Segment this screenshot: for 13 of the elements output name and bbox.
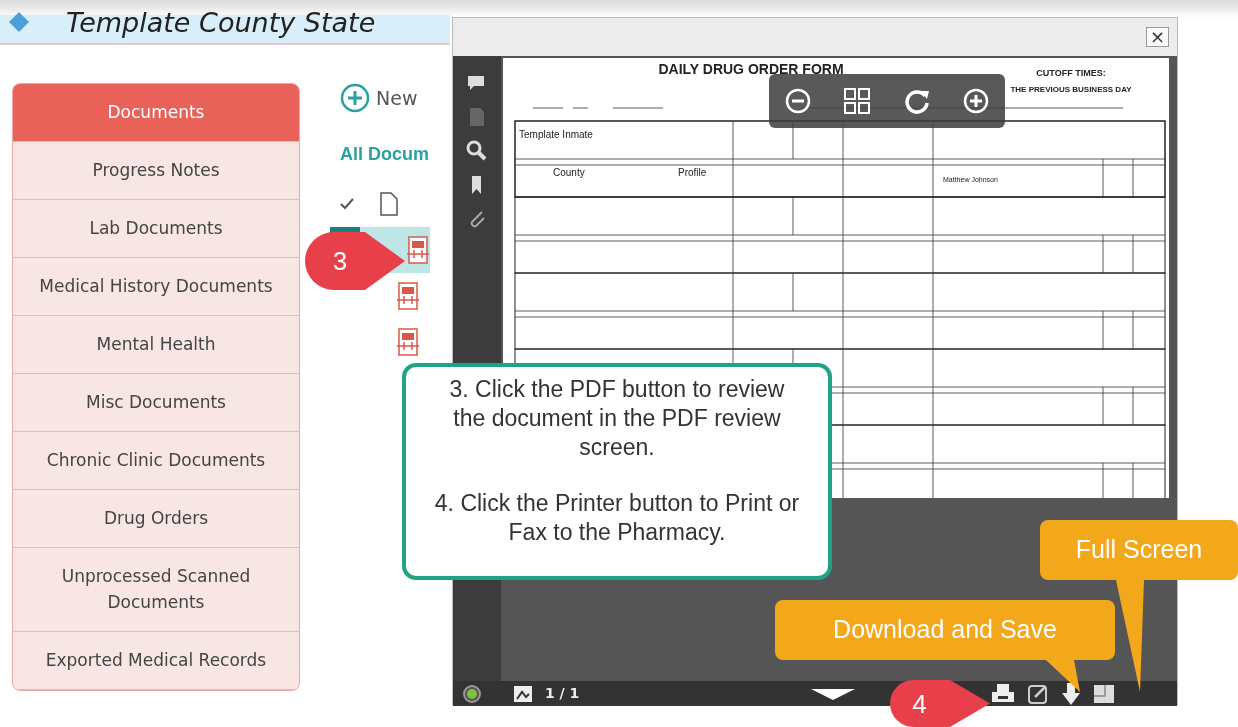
instruction-text: 4. Click the Printer button to Print or Fax to the Pharmacy. (433, 489, 801, 547)
form-title: DAILY DRUG ORDER FORM (658, 61, 844, 77)
order-type: Profile (678, 167, 707, 178)
step-marker-tooltip: 3 (305, 232, 405, 290)
cutoff-heading: CUTOFF TIMES: (1036, 68, 1106, 78)
cutoff-note: THE PREVIOUS BUSINESS DAY (1010, 85, 1132, 94)
app-title: Template County State (66, 8, 376, 36)
step-marker-tooltip: 4 (890, 680, 990, 727)
facility-name: County (553, 167, 585, 178)
callout-tooltip: Full Screen (1040, 520, 1238, 580)
page-indicator: 1 / 1 (545, 684, 580, 703)
instruction-text: 3. Click the PDF button to review the document in the PDF review screen. (448, 375, 786, 462)
patient-name: Template Inmate (519, 129, 593, 140)
